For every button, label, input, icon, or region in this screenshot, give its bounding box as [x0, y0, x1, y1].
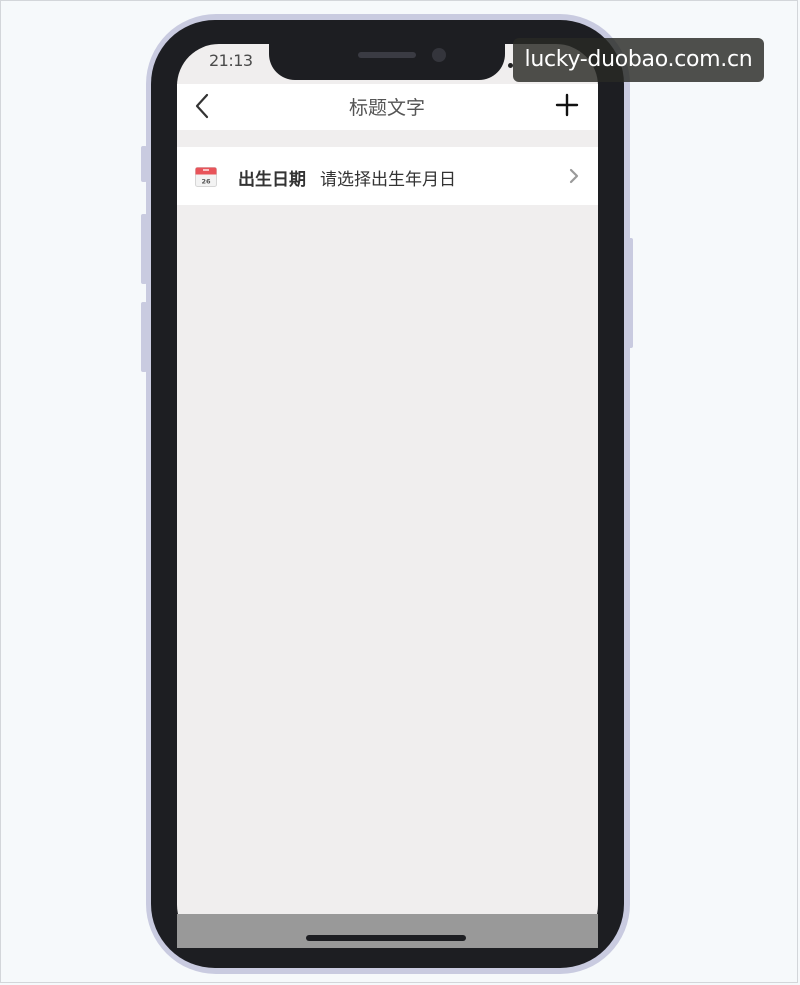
birthdate-label: 出生日期 [238, 170, 306, 190]
chevron-right-icon [569, 168, 579, 184]
notch [269, 40, 505, 80]
front-camera [432, 48, 446, 62]
silent-switch [141, 146, 147, 182]
page-title: 标题文字 [348, 97, 425, 119]
plus-icon[interactable] [555, 93, 579, 117]
volume-down-button [141, 302, 147, 372]
watermark: lucky-duobao.com.cn [513, 38, 764, 82]
volume-up-button [141, 214, 147, 284]
birthdate-row[interactable]: 26 出生日期 请选择出生年月日 [177, 147, 598, 205]
home-area [177, 914, 598, 948]
status-time: 21:13 [209, 51, 253, 70]
calendar-icon-day: 26 [201, 178, 211, 186]
birthdate-placeholder: 请选择出生年月日 [320, 170, 456, 190]
power-button [627, 238, 633, 348]
home-indicator[interactable] [306, 935, 466, 941]
speaker-grille [358, 52, 416, 58]
chevron-left-icon[interactable] [193, 93, 215, 119]
calendar-icon: 26 [195, 167, 217, 187]
